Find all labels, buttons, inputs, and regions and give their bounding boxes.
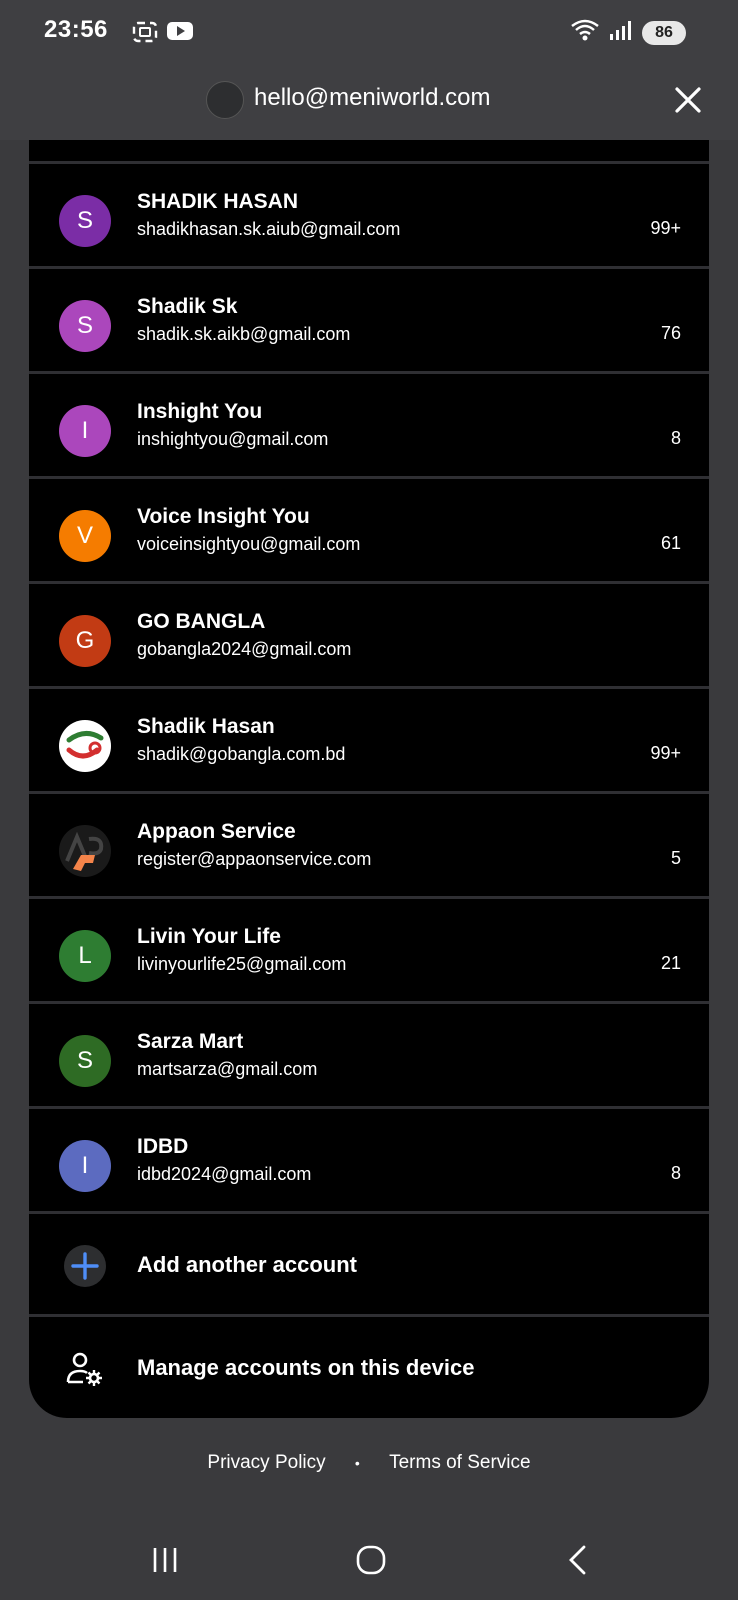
home-icon (356, 1545, 386, 1575)
account-email: shadikhasan.sk.aiub@gmail.com (137, 219, 401, 239)
appaon-logo-icon (65, 831, 104, 871)
account-row[interactable]: S SHADIK HASAN shadikhasan.sk.aiub@gmail… (29, 164, 709, 269)
account-row[interactable]: Shadik Hasan shadik@gobangla.com.bd 99+ (29, 689, 709, 794)
account-row[interactable]: S Shadik Sk shadik.sk.aikb@gmail.com 76 (29, 269, 709, 374)
status-time: 23:56 (44, 16, 108, 43)
account-row[interactable]: G GO BANGLA gobangla2024@gmail.com (29, 584, 709, 689)
account-name: Livin Your Life (137, 925, 281, 948)
footer-separator: • (354, 1455, 360, 1471)
close-icon (675, 87, 701, 113)
current-account-email: hello@meniworld.com (254, 84, 491, 111)
account-name: Sarza Mart (137, 1030, 244, 1053)
gobangla-logo-icon (66, 731, 104, 759)
account-email: gobangla2024@gmail.com (137, 639, 352, 659)
account-avatar: L (59, 930, 111, 982)
appaon-logo-avatar (59, 825, 111, 877)
recent-apps-icon (153, 1548, 177, 1572)
account-avatar: I (59, 1140, 111, 1192)
account-row[interactable]: I IDBD idbd2024@gmail.com 8 (29, 1109, 709, 1214)
battery-indicator: 86 (642, 20, 686, 45)
account-avatar: I (59, 405, 111, 457)
back-icon (569, 1545, 586, 1575)
account-email: voiceinsightyou@gmail.com (137, 534, 361, 554)
status-icons-right: 86 (570, 18, 686, 47)
manage-accounts-label: Manage accounts on this device (137, 1355, 475, 1380)
manage-accounts-icon (63, 1347, 107, 1391)
system-navigation-bar (0, 1520, 738, 1600)
manage-accounts-button[interactable]: Manage accounts on this device (29, 1317, 709, 1418)
account-email: martsarza@gmail.com (137, 1059, 318, 1079)
account-avatar: S (59, 1035, 111, 1087)
screenshot-icon (132, 20, 158, 49)
status-icons-left (132, 20, 194, 49)
account-name: GO BANGLA (137, 610, 266, 633)
add-account-label: Add another account (137, 1252, 358, 1277)
account-name: Appaon Service (137, 820, 296, 843)
youtube-icon (166, 20, 194, 49)
status-bar: 23:56 86 (0, 0, 738, 62)
close-button[interactable] (668, 80, 708, 120)
account-row[interactable]: I Inshight You inshightyou@gmail.com 8 (29, 374, 709, 479)
back-button[interactable] (556, 1538, 600, 1582)
add-icon (63, 1244, 107, 1288)
account-name: Voice Insight You (137, 505, 310, 528)
signal-icon (608, 18, 634, 47)
account-row[interactable]: V Voice Insight You voiceinsightyou@gmai… (29, 479, 709, 584)
unread-count: 99+ (650, 743, 681, 763)
account-email: shadik@gobangla.com.bd (137, 744, 346, 764)
current-account-avatar (206, 81, 244, 119)
account-avatar: S (59, 300, 111, 352)
unread-count: 8 (670, 428, 681, 448)
account-name: IDBD (137, 1135, 189, 1158)
recent-apps-button[interactable] (143, 1538, 187, 1582)
account-row[interactable]: S Sarza Mart martsarza@gmail.com (29, 1004, 709, 1109)
unread-count: 99+ (650, 218, 681, 238)
unread-count: 5 (670, 848, 681, 868)
home-button[interactable] (349, 1538, 393, 1582)
footer-links: Privacy Policy • Terms of Service (0, 1452, 738, 1474)
account-list: S SHADIK HASAN shadikhasan.sk.aiub@gmail… (29, 140, 709, 1418)
unread-count: 61 (660, 533, 681, 553)
unread-count: 8 (670, 1163, 681, 1183)
add-account-button[interactable]: Add another account (29, 1214, 709, 1317)
account-email: inshightyou@gmail.com (137, 429, 329, 449)
account-email: shadik.sk.aikb@gmail.com (137, 324, 351, 344)
account-name: Shadik Sk (137, 295, 238, 318)
account-row[interactable]: Appaon Service register@appaonservice.co… (29, 794, 709, 899)
account-email: livinyourlife25@gmail.com (137, 954, 347, 974)
list-top-stub (29, 140, 709, 164)
account-name: Shadik Hasan (137, 715, 275, 738)
account-avatar: S (59, 195, 111, 247)
unread-count: 76 (660, 323, 681, 343)
gobangla-logo-avatar (59, 720, 111, 772)
account-avatar: G (59, 615, 111, 667)
terms-of-service-link[interactable]: Terms of Service (389, 1452, 530, 1474)
unread-count: 21 (660, 953, 681, 973)
wifi-icon (570, 18, 600, 47)
privacy-policy-link[interactable]: Privacy Policy (207, 1452, 325, 1474)
account-email: register@appaonservice.com (137, 849, 372, 869)
account-switcher-header: hello@meniworld.com (0, 62, 738, 140)
account-avatar: V (59, 510, 111, 562)
account-name: SHADIK HASAN (137, 190, 299, 213)
account-email: idbd2024@gmail.com (137, 1164, 312, 1184)
account-row[interactable]: L Livin Your Life livinyourlife25@gmail.… (29, 899, 709, 1004)
account-name: Inshight You (137, 400, 263, 423)
